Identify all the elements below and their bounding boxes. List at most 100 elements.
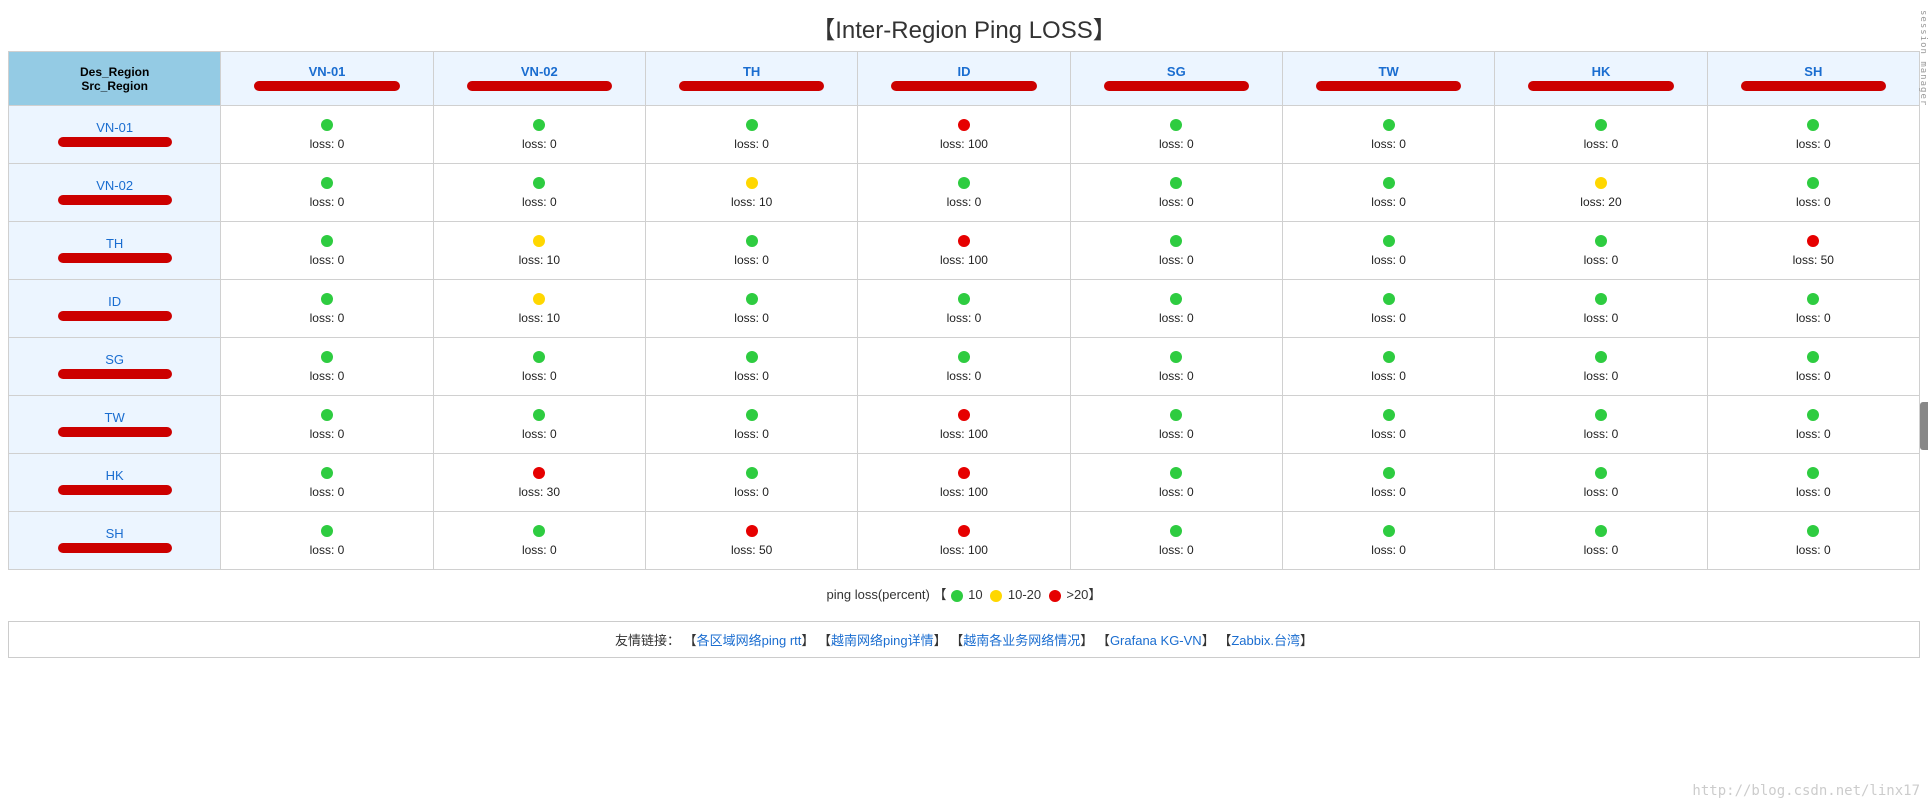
region-link[interactable]: SG xyxy=(11,352,218,367)
footer-link[interactable]: 越南网络ping详情 xyxy=(831,633,934,648)
col-header-th[interactable]: TH xyxy=(645,52,857,106)
cell-TW-SH: loss: 0 xyxy=(1707,396,1919,454)
loss-value: loss: 0 xyxy=(1073,253,1280,267)
status-dot xyxy=(1807,177,1819,189)
cell-HK-VN-01: loss: 0 xyxy=(221,454,433,512)
region-link[interactable]: HK xyxy=(1497,64,1704,79)
status-dot xyxy=(746,293,758,305)
status-dot xyxy=(533,467,545,479)
cell-TH-TW: loss: 0 xyxy=(1282,222,1494,280)
session-manager-tab[interactable]: session manager xyxy=(1918,10,1928,106)
status-dot xyxy=(533,525,545,537)
status-dot xyxy=(1383,467,1395,479)
loss-value: loss: 30 xyxy=(436,485,643,499)
loss-value: loss: 0 xyxy=(1073,427,1280,441)
footer-link[interactable]: Zabbix.台湾 xyxy=(1231,633,1300,648)
footer-links: 友情链接： 【各区域网络ping rtt】 【越南网络ping详情】 【越南各业… xyxy=(8,621,1920,658)
status-dot xyxy=(1170,525,1182,537)
cell-TW-ID: loss: 100 xyxy=(858,396,1070,454)
col-header-vn-01[interactable]: VN-01 xyxy=(221,52,433,106)
row-header-vn-02[interactable]: VN-02 xyxy=(9,164,221,222)
cell-SG-SG: loss: 0 xyxy=(1070,338,1282,396)
row-header-vn-01[interactable]: VN-01 xyxy=(9,106,221,164)
row-header-sh[interactable]: SH xyxy=(9,512,221,570)
loss-value: loss: 0 xyxy=(1710,311,1917,325)
redacted-ip xyxy=(58,369,172,379)
cell-VN-01-SG: loss: 0 xyxy=(1070,106,1282,164)
region-link[interactable]: HK xyxy=(11,468,218,483)
ping-loss-matrix: Des_RegionSrc_RegionVN-01VN-02THIDSGTWHK… xyxy=(8,51,1920,570)
legend-dot-yellow xyxy=(990,590,1002,602)
footer-link[interactable]: 越南各业务网络情况 xyxy=(963,633,1080,648)
loss-value: loss: 0 xyxy=(648,369,855,383)
region-link[interactable]: VN-02 xyxy=(11,178,218,193)
region-link[interactable]: TW xyxy=(1285,64,1492,79)
cell-ID-VN-02: loss: 10 xyxy=(433,280,645,338)
status-dot xyxy=(1595,467,1607,479)
cell-TW-VN-02: loss: 0 xyxy=(433,396,645,454)
row-header-sg[interactable]: SG xyxy=(9,338,221,396)
region-link[interactable]: TH xyxy=(648,64,855,79)
col-header-tw[interactable]: TW xyxy=(1282,52,1494,106)
col-header-sh[interactable]: SH xyxy=(1707,52,1919,106)
cell-TW-SG: loss: 0 xyxy=(1070,396,1282,454)
region-link[interactable]: SH xyxy=(1710,64,1917,79)
row-header-id[interactable]: ID xyxy=(9,280,221,338)
region-link[interactable]: VN-01 xyxy=(223,64,430,79)
redacted-ip xyxy=(467,81,612,91)
col-header-vn-02[interactable]: VN-02 xyxy=(433,52,645,106)
status-dot xyxy=(1595,409,1607,421)
loss-value: loss: 0 xyxy=(648,137,855,151)
status-dot xyxy=(1170,119,1182,131)
status-dot xyxy=(1807,351,1819,363)
status-dot xyxy=(1595,119,1607,131)
loss-value: loss: 0 xyxy=(1710,543,1917,557)
loss-value: loss: 0 xyxy=(223,427,430,441)
col-header-sg[interactable]: SG xyxy=(1070,52,1282,106)
col-header-id[interactable]: ID xyxy=(858,52,1070,106)
cell-SG-VN-01: loss: 0 xyxy=(221,338,433,396)
legend-dot-red xyxy=(1049,590,1061,602)
cell-TH-SG: loss: 0 xyxy=(1070,222,1282,280)
loss-value: loss: 10 xyxy=(648,195,855,209)
region-link[interactable]: VN-02 xyxy=(436,64,643,79)
loss-value: loss: 0 xyxy=(1710,137,1917,151)
cell-VN-02-TH: loss: 10 xyxy=(645,164,857,222)
footer-link[interactable]: Grafana KG-VN xyxy=(1110,633,1202,648)
region-link[interactable]: SH xyxy=(11,526,218,541)
region-link[interactable]: VN-01 xyxy=(11,120,218,135)
cell-SG-ID: loss: 0 xyxy=(858,338,1070,396)
redacted-ip xyxy=(1741,81,1886,91)
region-link[interactable]: TH xyxy=(11,236,218,251)
cell-SH-HK: loss: 0 xyxy=(1495,512,1707,570)
cell-VN-01-VN-01: loss: 0 xyxy=(221,106,433,164)
loss-value: loss: 0 xyxy=(1497,253,1704,267)
col-header-hk[interactable]: HK xyxy=(1495,52,1707,106)
loss-value: loss: 0 xyxy=(860,369,1067,383)
footer-link[interactable]: 各区域网络ping rtt xyxy=(697,633,802,648)
region-link[interactable]: TW xyxy=(11,410,218,425)
status-dot xyxy=(321,525,333,537)
cell-TW-TW: loss: 0 xyxy=(1282,396,1494,454)
cell-VN-01-VN-02: loss: 0 xyxy=(433,106,645,164)
status-dot xyxy=(533,177,545,189)
cell-SH-VN-01: loss: 0 xyxy=(221,512,433,570)
cell-TH-SH: loss: 50 xyxy=(1707,222,1919,280)
region-link[interactable]: SG xyxy=(1073,64,1280,79)
status-dot xyxy=(746,467,758,479)
cell-VN-01-SH: loss: 0 xyxy=(1707,106,1919,164)
side-handle[interactable] xyxy=(1920,402,1928,450)
region-link[interactable]: ID xyxy=(11,294,218,309)
status-dot xyxy=(1383,119,1395,131)
region-link[interactable]: ID xyxy=(860,64,1067,79)
cell-HK-TH: loss: 0 xyxy=(645,454,857,512)
row-header-th[interactable]: TH xyxy=(9,222,221,280)
row-header-hk[interactable]: HK xyxy=(9,454,221,512)
status-dot xyxy=(958,467,970,479)
loss-value: loss: 0 xyxy=(1710,427,1917,441)
cell-TH-VN-02: loss: 10 xyxy=(433,222,645,280)
loss-value: loss: 0 xyxy=(1497,369,1704,383)
row-header-tw[interactable]: TW xyxy=(9,396,221,454)
status-dot xyxy=(1383,525,1395,537)
loss-value: loss: 0 xyxy=(1285,543,1492,557)
